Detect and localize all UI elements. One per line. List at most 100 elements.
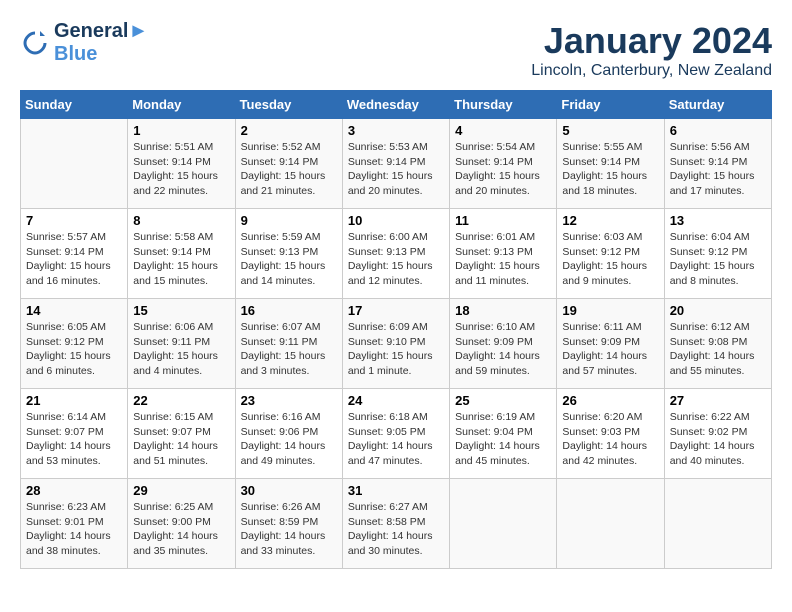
sunrise: Sunrise: 6:18 AM xyxy=(348,410,444,425)
day-info: Sunrise: 6:05 AM Sunset: 9:12 PM Dayligh… xyxy=(26,320,122,379)
day-info: Sunrise: 5:56 AM Sunset: 9:14 PM Dayligh… xyxy=(670,140,766,199)
day-info: Sunrise: 6:25 AM Sunset: 9:00 PM Dayligh… xyxy=(133,500,229,559)
calendar-day xyxy=(450,479,557,569)
daylight: Daylight: 14 hours and 59 minutes. xyxy=(455,349,551,378)
sunset: Sunset: 9:07 PM xyxy=(133,425,229,440)
day-number: 25 xyxy=(455,393,551,408)
day-number: 13 xyxy=(670,213,766,228)
day-number: 26 xyxy=(562,393,658,408)
sunrise: Sunrise: 6:12 AM xyxy=(670,320,766,335)
calendar-day: 16 Sunrise: 6:07 AM Sunset: 9:11 PM Dayl… xyxy=(235,299,342,389)
daylight: Daylight: 15 hours and 20 minutes. xyxy=(455,169,551,198)
daylight: Daylight: 15 hours and 9 minutes. xyxy=(562,259,658,288)
daylight: Daylight: 15 hours and 21 minutes. xyxy=(241,169,337,198)
sunset: Sunset: 9:14 PM xyxy=(133,245,229,260)
day-number: 19 xyxy=(562,303,658,318)
day-info: Sunrise: 6:07 AM Sunset: 9:11 PM Dayligh… xyxy=(241,320,337,379)
day-info: Sunrise: 6:12 AM Sunset: 9:08 PM Dayligh… xyxy=(670,320,766,379)
sunset: Sunset: 9:14 PM xyxy=(133,155,229,170)
header: General► Blue January 2024 Lincoln, Cant… xyxy=(20,20,772,80)
calendar-header-row: Sunday Monday Tuesday Wednesday Thursday… xyxy=(21,91,772,119)
day-number: 24 xyxy=(348,393,444,408)
day-info: Sunrise: 6:19 AM Sunset: 9:04 PM Dayligh… xyxy=(455,410,551,469)
daylight: Daylight: 14 hours and 35 minutes. xyxy=(133,529,229,558)
sunset: Sunset: 9:13 PM xyxy=(455,245,551,260)
calendar-day: 18 Sunrise: 6:10 AM Sunset: 9:09 PM Dayl… xyxy=(450,299,557,389)
sunset: Sunset: 9:00 PM xyxy=(133,515,229,530)
sunrise: Sunrise: 5:52 AM xyxy=(241,140,337,155)
sunset: Sunset: 9:14 PM xyxy=(455,155,551,170)
sunrise: Sunrise: 6:22 AM xyxy=(670,410,766,425)
calendar-day: 9 Sunrise: 5:59 AM Sunset: 9:13 PM Dayli… xyxy=(235,209,342,299)
calendar-table: Sunday Monday Tuesday Wednesday Thursday… xyxy=(20,90,772,569)
logo: General► Blue xyxy=(20,20,148,66)
day-info: Sunrise: 6:01 AM Sunset: 9:13 PM Dayligh… xyxy=(455,230,551,289)
daylight: Daylight: 14 hours and 45 minutes. xyxy=(455,439,551,468)
day-number: 4 xyxy=(455,123,551,138)
sunset: Sunset: 9:13 PM xyxy=(348,245,444,260)
calendar-day: 13 Sunrise: 6:04 AM Sunset: 9:12 PM Dayl… xyxy=(664,209,771,299)
sunrise: Sunrise: 5:55 AM xyxy=(562,140,658,155)
day-number: 2 xyxy=(241,123,337,138)
day-number: 11 xyxy=(455,213,551,228)
daylight: Daylight: 14 hours and 33 minutes. xyxy=(241,529,337,558)
daylight: Daylight: 14 hours and 42 minutes. xyxy=(562,439,658,468)
sunrise: Sunrise: 6:16 AM xyxy=(241,410,337,425)
daylight: Daylight: 14 hours and 57 minutes. xyxy=(562,349,658,378)
sunrise: Sunrise: 5:54 AM xyxy=(455,140,551,155)
day-number: 29 xyxy=(133,483,229,498)
sunrise: Sunrise: 6:11 AM xyxy=(562,320,658,335)
sunset: Sunset: 9:01 PM xyxy=(26,515,122,530)
day-info: Sunrise: 6:04 AM Sunset: 9:12 PM Dayligh… xyxy=(670,230,766,289)
day-info: Sunrise: 6:06 AM Sunset: 9:11 PM Dayligh… xyxy=(133,320,229,379)
sunset: Sunset: 9:09 PM xyxy=(562,335,658,350)
day-info: Sunrise: 6:11 AM Sunset: 9:09 PM Dayligh… xyxy=(562,320,658,379)
sunset: Sunset: 9:14 PM xyxy=(26,245,122,260)
location-title: Lincoln, Canterbury, New Zealand xyxy=(531,62,772,80)
sunset: Sunset: 9:14 PM xyxy=(670,155,766,170)
daylight: Daylight: 15 hours and 20 minutes. xyxy=(348,169,444,198)
day-info: Sunrise: 6:18 AM Sunset: 9:05 PM Dayligh… xyxy=(348,410,444,469)
daylight: Daylight: 14 hours and 30 minutes. xyxy=(348,529,444,558)
calendar-week-4: 28 Sunrise: 6:23 AM Sunset: 9:01 PM Dayl… xyxy=(21,479,772,569)
sunset: Sunset: 9:11 PM xyxy=(241,335,337,350)
sunrise: Sunrise: 6:14 AM xyxy=(26,410,122,425)
calendar-week-2: 14 Sunrise: 6:05 AM Sunset: 9:12 PM Dayl… xyxy=(21,299,772,389)
daylight: Daylight: 14 hours and 53 minutes. xyxy=(26,439,122,468)
day-number: 28 xyxy=(26,483,122,498)
day-number: 16 xyxy=(241,303,337,318)
sunrise: Sunrise: 5:53 AM xyxy=(348,140,444,155)
sunset: Sunset: 9:06 PM xyxy=(241,425,337,440)
logo-text: General► Blue xyxy=(54,20,148,66)
day-info: Sunrise: 5:55 AM Sunset: 9:14 PM Dayligh… xyxy=(562,140,658,199)
sunset: Sunset: 9:12 PM xyxy=(562,245,658,260)
header-friday: Friday xyxy=(557,91,664,119)
calendar-week-0: 1 Sunrise: 5:51 AM Sunset: 9:14 PM Dayli… xyxy=(21,119,772,209)
daylight: Daylight: 15 hours and 11 minutes. xyxy=(455,259,551,288)
calendar-day: 6 Sunrise: 5:56 AM Sunset: 9:14 PM Dayli… xyxy=(664,119,771,209)
day-info: Sunrise: 6:26 AM Sunset: 8:59 PM Dayligh… xyxy=(241,500,337,559)
title-area: January 2024 Lincoln, Canterbury, New Ze… xyxy=(531,20,772,80)
daylight: Daylight: 15 hours and 3 minutes. xyxy=(241,349,337,378)
calendar-day xyxy=(21,119,128,209)
sunrise: Sunrise: 6:25 AM xyxy=(133,500,229,515)
calendar-day: 23 Sunrise: 6:16 AM Sunset: 9:06 PM Dayl… xyxy=(235,389,342,479)
day-info: Sunrise: 6:22 AM Sunset: 9:02 PM Dayligh… xyxy=(670,410,766,469)
daylight: Daylight: 15 hours and 15 minutes. xyxy=(133,259,229,288)
calendar-day: 3 Sunrise: 5:53 AM Sunset: 9:14 PM Dayli… xyxy=(342,119,449,209)
calendar-day: 20 Sunrise: 6:12 AM Sunset: 9:08 PM Dayl… xyxy=(664,299,771,389)
day-number: 12 xyxy=(562,213,658,228)
day-info: Sunrise: 6:14 AM Sunset: 9:07 PM Dayligh… xyxy=(26,410,122,469)
calendar-day: 26 Sunrise: 6:20 AM Sunset: 9:03 PM Dayl… xyxy=(557,389,664,479)
daylight: Daylight: 14 hours and 38 minutes. xyxy=(26,529,122,558)
header-tuesday: Tuesday xyxy=(235,91,342,119)
calendar-day: 24 Sunrise: 6:18 AM Sunset: 9:05 PM Dayl… xyxy=(342,389,449,479)
sunset: Sunset: 9:14 PM xyxy=(348,155,444,170)
day-number: 18 xyxy=(455,303,551,318)
calendar-day: 29 Sunrise: 6:25 AM Sunset: 9:00 PM Dayl… xyxy=(128,479,235,569)
day-info: Sunrise: 6:03 AM Sunset: 9:12 PM Dayligh… xyxy=(562,230,658,289)
calendar-day: 7 Sunrise: 5:57 AM Sunset: 9:14 PM Dayli… xyxy=(21,209,128,299)
calendar-week-1: 7 Sunrise: 5:57 AM Sunset: 9:14 PM Dayli… xyxy=(21,209,772,299)
day-info: Sunrise: 5:57 AM Sunset: 9:14 PM Dayligh… xyxy=(26,230,122,289)
day-info: Sunrise: 5:51 AM Sunset: 9:14 PM Dayligh… xyxy=(133,140,229,199)
